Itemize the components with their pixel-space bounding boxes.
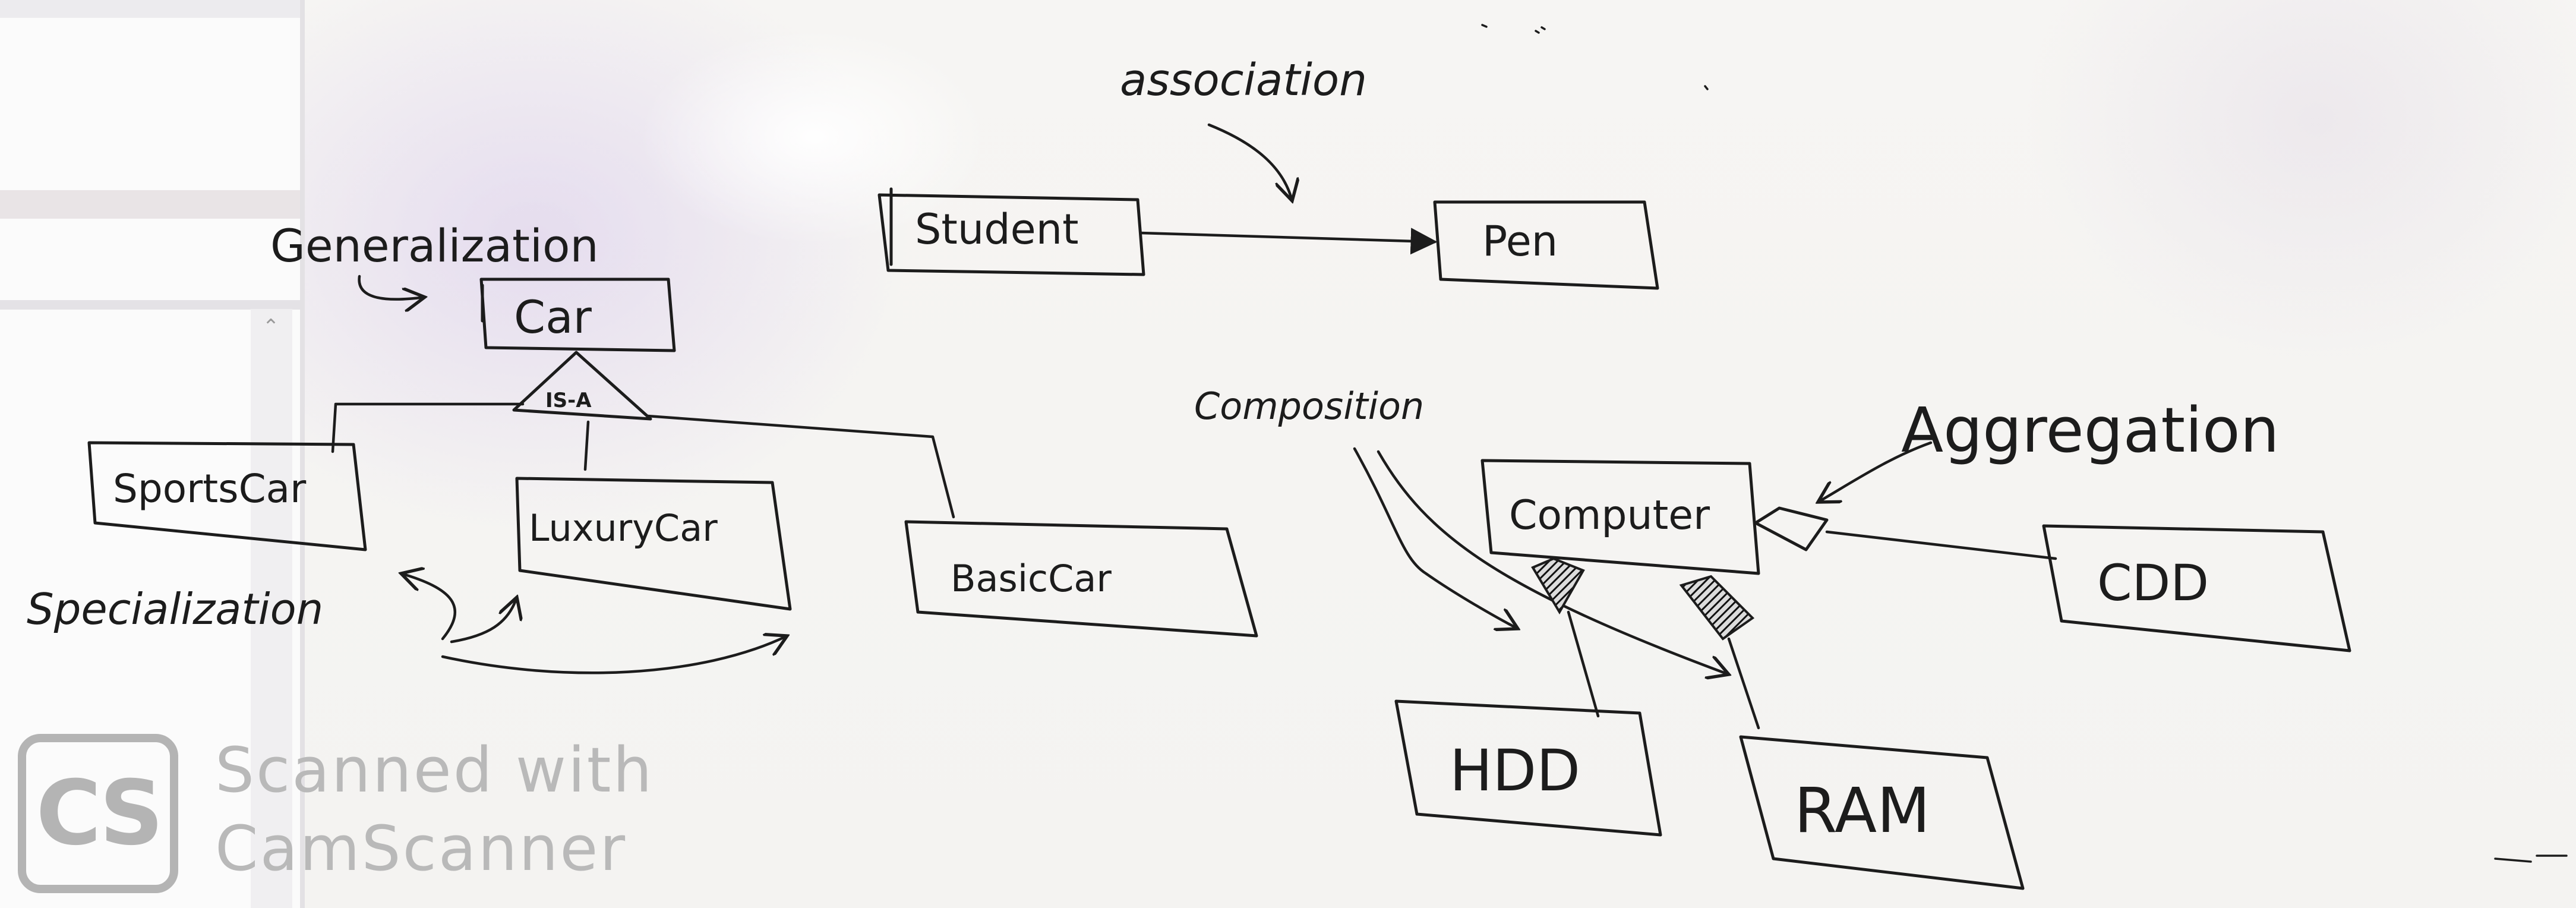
ram-class: RAM [1739, 735, 2025, 890]
car-class: Car [479, 278, 676, 352]
car-label: Car [514, 291, 592, 343]
hdd-class: HDD [1394, 699, 1662, 837]
computer-label: Computer [1509, 492, 1710, 539]
aggregation-label: Aggregation [1901, 394, 2280, 466]
is-a-label: IS-A [545, 389, 592, 412]
aggregation-diamond [1754, 506, 1829, 551]
camscanner-logo-icon: CS [18, 734, 178, 893]
composition-pointer-hdd [1353, 447, 1518, 629]
generalization-pointer-arrow [358, 275, 425, 299]
camscanner-watermark: CS Scanned with CamScanner [13, 734, 690, 897]
association-group: association Student Pen [877, 55, 1659, 290]
sportscar-class: SportsCar [87, 441, 367, 551]
specialization-arrow-up [401, 573, 456, 641]
pen-label: Pen [1482, 217, 1558, 266]
sportscar-link [331, 402, 525, 453]
watermark-line2: CamScanner [215, 812, 627, 885]
generalization-group: Generalization Car IS-A SportsCar Luxury… [27, 219, 1258, 674]
basiccar-label: BasicCar [951, 557, 1112, 600]
pen-class: Pen [1433, 200, 1659, 290]
hdd-label: HDD [1450, 737, 1580, 804]
luxurycar-label: LuxuryCar [529, 506, 718, 550]
luxurycar-link [583, 420, 590, 471]
specialization-arrow-luxury [450, 597, 517, 644]
composition-aggregation-group: Composition Aggregation Computer CDD HDD… [1194, 384, 2351, 890]
association-pointer-arrow [1207, 123, 1292, 201]
computer-class: Computer [1480, 459, 1760, 575]
composition-line-hdd [1567, 610, 1600, 718]
association-line [1139, 228, 1438, 255]
ram-label: RAM [1794, 774, 1930, 847]
composition-diamond-hdd [1531, 557, 1585, 614]
aggregation-line [1825, 530, 2057, 560]
basiccar-class: BasicCar [904, 520, 1258, 638]
luxurycar-class: LuxuryCar [515, 477, 792, 611]
sportscar-label: SportsCar [113, 466, 307, 512]
association-label: association [1120, 55, 1367, 106]
student-label: Student [915, 205, 1079, 254]
cdd-class: CDD [2042, 524, 2351, 652]
basiccar-link [646, 414, 955, 519]
watermark-line1: Scanned with [215, 734, 654, 806]
specialization-label: Specialization [27, 584, 323, 634]
composition-label: Composition [1194, 384, 1424, 428]
composition-line-ram [1727, 637, 1760, 730]
specialization-arrow-right [441, 636, 787, 674]
generalization-label: Generalization [270, 219, 599, 272]
student-class: Student [877, 187, 1145, 276]
cdd-label: CDD [2097, 554, 2209, 612]
composition-diamond-ram [1679, 575, 1755, 641]
